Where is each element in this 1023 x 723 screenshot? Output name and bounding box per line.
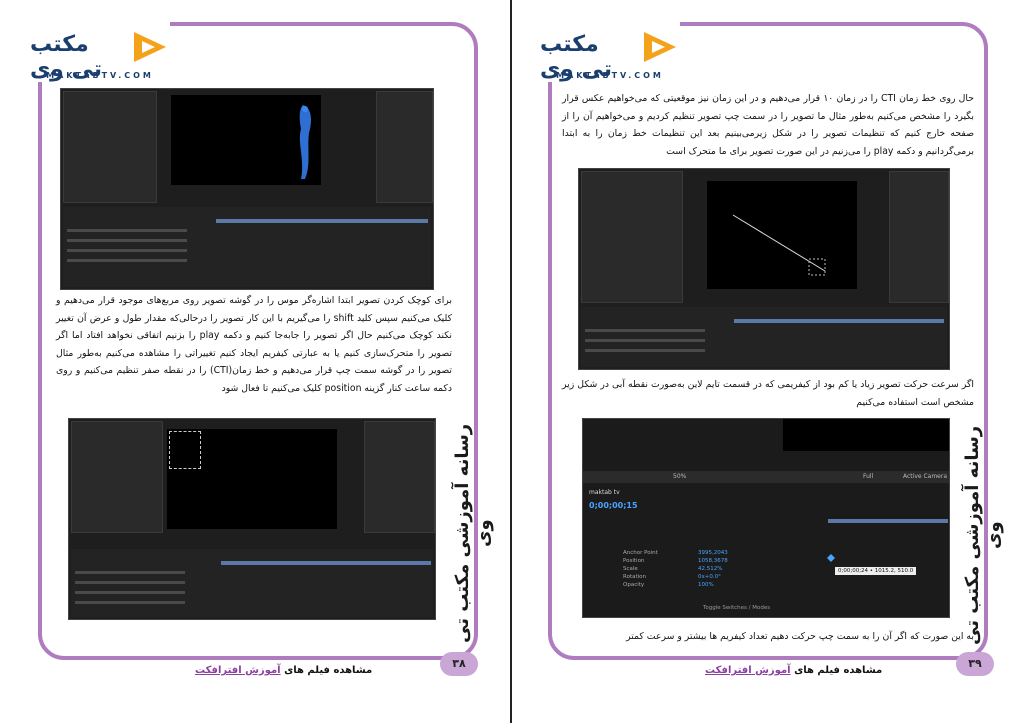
right-screenshot-bottom: 50% Full Active Camera maktab tv 0;00;00… [582,418,950,618]
play-logo-icon [644,32,676,62]
motion-path [732,214,826,276]
right-logo: مکتب تی وی MAKTABTV.COM [540,22,680,82]
timeline-layer-bar [221,561,431,565]
effects-panel [889,171,949,303]
layer-row [585,349,705,352]
project-panel [581,171,683,303]
layer-row [67,249,187,252]
left-spine-title: رسانه آموزشی مکتب تی وی [452,423,494,643]
right-footer: مشاهده فیلم های آموزش افترافکت [705,665,882,676]
layer-property-list: Anchor Point Position Scale Rotation Opa… [623,549,658,589]
layer-row [67,229,187,232]
right-page-number: ۳۹ [956,652,994,676]
layer-row [585,329,705,332]
layer-value-list: 3995,2043 1058,3678 42.512% 0x+0.0° 100% [698,549,728,589]
toggle-switches[interactable]: Toggle Switches / Modes [703,605,770,611]
project-panel [63,91,157,203]
left-screenshot-top [60,88,434,290]
left-paragraph: برای کوچک کردن تصویر ابتدا اشاره‌گر موس … [56,295,453,394]
left-logo: مکتب تی وی MAKTABTV.COM [30,22,170,82]
right-paragraph-mid: اگر سرعت حرکت تصویر زیاد یا کم بود از کی… [562,379,974,408]
layer-row [75,581,185,584]
play-logo-icon [134,32,166,62]
prop-anchor: Anchor Point [623,550,658,556]
prop-rotation: Rotation [623,574,647,580]
selection-box [169,431,201,469]
timeline-panel [581,307,947,367]
brand-site: MAKTABTV.COM [556,71,664,80]
left-page-number: ۳۸ [440,652,478,676]
timeline-layer-bar [828,519,948,523]
comp-viewer [783,419,949,451]
val-scale[interactable]: 42.512% [698,565,728,573]
effects-panel [376,91,433,203]
left-footer: مشاهده فیلم های آموزش افترافکت [195,665,372,676]
layer-row [585,339,705,342]
viewer-toolbar: 50% Full Active Camera [583,471,949,483]
val-position[interactable]: 1058,3678 [698,557,728,565]
resolution-select[interactable]: Full [863,473,873,480]
right-paragraph-top: حال روی خط زمان CTI را در زمان ۱۰ قرار م… [562,93,974,157]
keyframe-icon[interactable] [827,554,835,562]
keyframe-tooltip: 0;00;00;24 • 1015.2, 510.0 [835,567,917,575]
val-anchor[interactable]: 3995,2043 [698,549,728,557]
right-paragraph-bottom: به این صورت که اگر آن را به سمت چپ حرکت … [626,631,974,642]
prop-position: Position [623,558,645,564]
brand-site: MAKTABTV.COM [46,71,154,80]
footer-link[interactable]: آموزش افترافکت [705,665,791,676]
spread-divider [510,0,512,723]
timeline-layer-bar [734,319,944,323]
layer-row [75,591,185,594]
footer-prefix: مشاهده فیلم های [794,665,883,676]
timecode[interactable]: 0;00;00;15 [589,501,638,510]
comp-tab[interactable]: maktab tv [589,489,620,496]
layer-row [67,259,187,262]
prop-scale: Scale [623,566,638,572]
right-spine-title: رسانه آموزشی مکتب تی وی [962,425,1004,645]
camera-select[interactable]: Active Camera [903,473,947,480]
layer-row [67,239,187,242]
right-screenshot-top [578,168,950,370]
layer-row [75,601,185,604]
layer-row [75,571,185,574]
footer-link[interactable]: آموزش افترافکت [195,665,281,676]
footer-prefix: مشاهده فیلم های [284,665,373,676]
project-panel [71,421,163,533]
parrot-image [299,105,311,179]
effects-panel [364,421,435,533]
prop-opacity: Opacity [623,582,645,588]
zoom-level[interactable]: 50% [673,473,686,480]
val-rotation[interactable]: 0x+0.0° [698,573,728,581]
left-screenshot-bottom [68,418,436,620]
val-opacity[interactable]: 100% [698,581,728,589]
timeline-layer-bar [216,219,428,223]
